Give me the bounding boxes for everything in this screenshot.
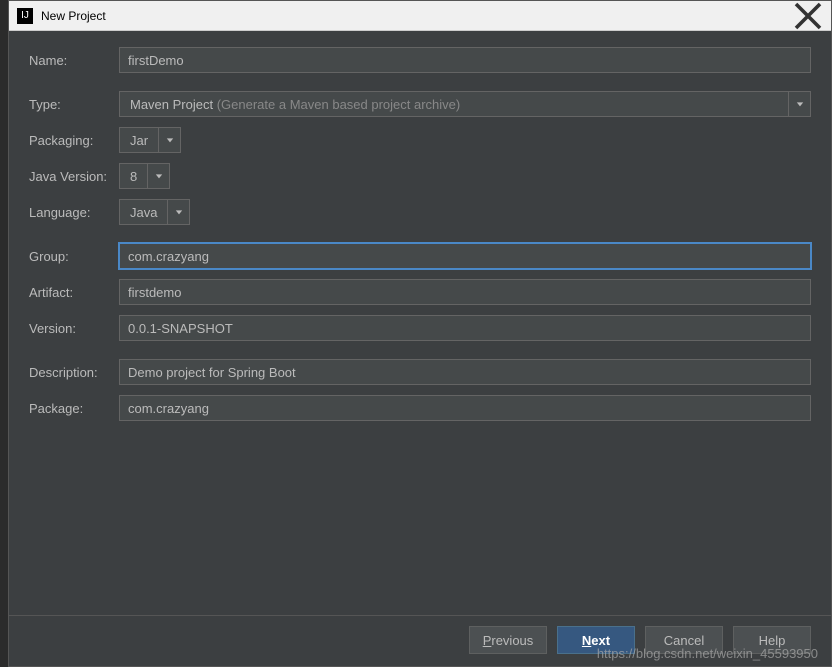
type-dropdown-text: Maven Project (Generate a Maven based pr… (120, 97, 788, 112)
language-label: Language: (29, 205, 119, 220)
type-hint: (Generate a Maven based project archive) (217, 97, 461, 112)
package-field[interactable] (119, 395, 811, 421)
description-label: Description: (29, 365, 119, 380)
cancel-button[interactable]: Cancel (645, 626, 723, 654)
version-label: Version: (29, 321, 119, 336)
language-dropdown[interactable]: Java (119, 199, 190, 225)
description-field[interactable] (119, 359, 811, 385)
type-label: Type: (29, 97, 119, 112)
java-version-dropdown[interactable]: 8 (119, 163, 170, 189)
next-label-rest: ext (591, 633, 610, 648)
name-field[interactable] (119, 47, 811, 73)
help-button[interactable]: Help (733, 626, 811, 654)
group-field[interactable] (119, 243, 811, 269)
packaging-dropdown[interactable]: Jar (119, 127, 181, 153)
new-project-dialog: IJ New Project Name: Type: Maven Project… (8, 0, 832, 667)
type-dropdown[interactable]: Maven Project (Generate a Maven based pr… (119, 91, 811, 117)
package-label: Package: (29, 401, 119, 416)
dialog-footer: Previous Next Cancel Help (9, 615, 831, 666)
packaging-value: Jar (120, 133, 158, 148)
artifact-field[interactable] (119, 279, 811, 305)
titlebar: IJ New Project (9, 1, 831, 31)
java-version-label: Java Version: (29, 169, 119, 184)
type-value: Maven Project (130, 97, 213, 112)
editor-gutter-strip (0, 0, 8, 667)
chevron-down-icon[interactable] (158, 128, 180, 152)
dialog-content: Name: Type: Maven Project (Generate a Ma… (9, 31, 831, 615)
packaging-label: Packaging: (29, 133, 119, 148)
name-label: Name: (29, 53, 119, 68)
chevron-down-icon[interactable] (788, 92, 810, 116)
window-title: New Project (41, 9, 793, 23)
chevron-down-icon[interactable] (147, 164, 169, 188)
app-icon: IJ (17, 8, 33, 24)
version-field[interactable] (119, 315, 811, 341)
previous-label-rest: revious (491, 633, 533, 648)
artifact-label: Artifact: (29, 285, 119, 300)
language-value: Java (120, 205, 167, 220)
next-button[interactable]: Next (557, 626, 635, 654)
chevron-down-icon[interactable] (167, 200, 189, 224)
close-icon[interactable] (793, 1, 823, 31)
group-label: Group: (29, 249, 119, 264)
previous-button[interactable]: Previous (469, 626, 547, 654)
java-version-value: 8 (120, 169, 147, 184)
